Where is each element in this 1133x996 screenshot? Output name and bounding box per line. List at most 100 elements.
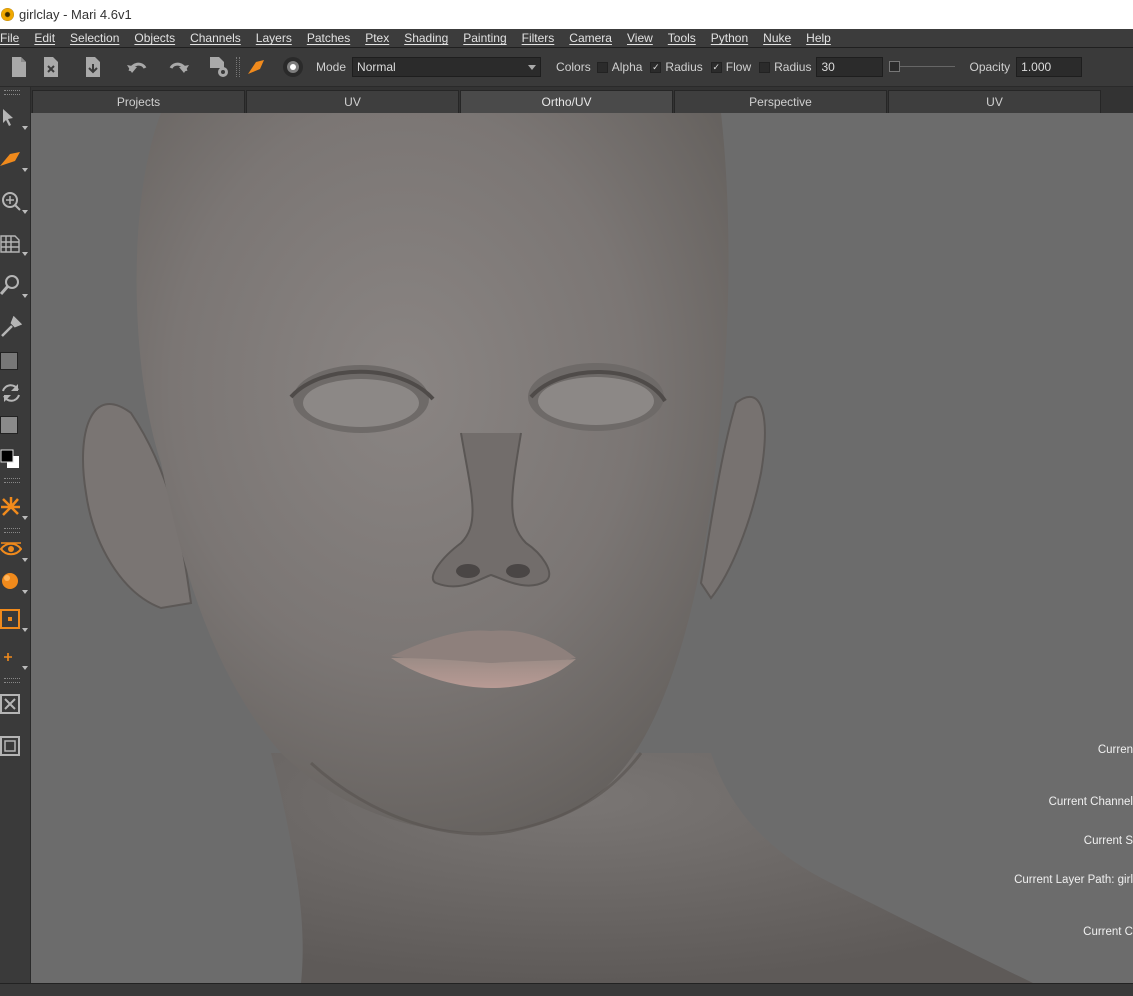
save-file-icon[interactable]	[78, 52, 108, 82]
radius2-checkbox[interactable]	[759, 61, 771, 73]
menu-objects[interactable]: Objects	[134, 31, 175, 45]
mode-select-value: Normal	[357, 60, 396, 74]
3d-viewport[interactable]: Curren Current Channel Current S Current…	[31, 113, 1133, 983]
tab-perspective[interactable]: Perspective	[674, 90, 887, 113]
grid-icon	[0, 235, 20, 253]
transform-tool[interactable]	[0, 641, 31, 673]
menu-file[interactable]: File	[0, 31, 19, 45]
swap-colors[interactable]	[0, 377, 31, 409]
view-tabs: Projects UV Ortho/UV Perspective UV	[31, 87, 1133, 113]
menu-tools[interactable]: Tools	[668, 31, 696, 45]
brush-tip-icon[interactable]	[280, 52, 306, 82]
frame-all-icon	[0, 736, 20, 756]
mode-select[interactable]: Normal	[352, 57, 542, 77]
new-file-icon[interactable]	[4, 52, 34, 82]
tab-uv[interactable]: UV	[246, 90, 459, 113]
undo-icon[interactable]	[122, 52, 152, 82]
menu-layers[interactable]: Layers	[256, 31, 292, 45]
menu-python[interactable]: Python	[711, 31, 748, 45]
colors-label: Colors	[556, 60, 591, 74]
magnify-tool[interactable]	[0, 269, 31, 301]
slider-track	[899, 66, 956, 67]
select-tool[interactable]	[0, 101, 31, 133]
tab-ortho-uv[interactable]: Ortho/UV	[460, 90, 673, 113]
radius-slider[interactable]	[889, 57, 956, 77]
mari-logo-icon	[1, 8, 14, 21]
grid-paint-tool[interactable]	[0, 227, 31, 259]
toolbar-grip[interactable]	[236, 57, 240, 77]
clone-stamp-icon	[2, 192, 21, 211]
pointer-icon	[3, 109, 13, 126]
menu-filters[interactable]: Filters	[522, 31, 555, 45]
menu-selection[interactable]: Selection	[70, 31, 119, 45]
background-color-swatch[interactable]	[0, 409, 31, 441]
bottom-status-bar	[0, 983, 1133, 996]
visibility-tool[interactable]	[0, 533, 31, 565]
menu-channels[interactable]: Channels	[190, 31, 241, 45]
radius-input[interactable]: 30	[816, 57, 884, 77]
shader-sphere-tool[interactable]	[0, 565, 31, 597]
flow-checkbox[interactable]: ✓	[710, 61, 722, 73]
menu-shading[interactable]: Shading	[404, 31, 448, 45]
radius2-checkbox-group[interactable]: Radius	[759, 60, 811, 74]
tab-uv-2[interactable]: UV	[888, 90, 1101, 113]
paint-tool[interactable]	[0, 143, 31, 175]
clone-tool[interactable]	[0, 185, 31, 217]
opacity-label: Opacity	[969, 60, 1011, 74]
brush-editor-tool[interactable]	[0, 491, 31, 523]
hud-line: Current C	[1083, 926, 1133, 938]
menu-edit[interactable]: Edit	[34, 31, 55, 45]
hud-line: Current Channel	[1048, 796, 1133, 808]
flow-label: Flow	[725, 60, 752, 74]
menu-painting[interactable]: Painting	[463, 31, 506, 45]
refresh-icon	[2, 384, 20, 402]
title-bar: girlclay - Mari 4.6v1	[0, 0, 1133, 29]
radius2-label: Radius	[774, 60, 812, 74]
opacity-input[interactable]: 1.000	[1016, 57, 1083, 77]
magnifier-icon	[0, 275, 19, 295]
project-settings-icon[interactable]	[204, 52, 234, 82]
menu-patches[interactable]: Patches	[307, 31, 350, 45]
hud-line: Current S	[1083, 835, 1133, 847]
alpha-checkbox[interactable]	[596, 61, 608, 73]
selection-box-tool[interactable]	[0, 603, 31, 635]
menu-camera[interactable]: Camera	[569, 31, 612, 45]
flow-checkbox-group[interactable]: ✓ Flow	[710, 60, 752, 74]
close-file-icon[interactable]	[36, 52, 66, 82]
fit-selection-tool[interactable]	[0, 689, 31, 721]
dock-grip[interactable]	[4, 90, 20, 95]
menu-nuke[interactable]: Nuke	[763, 31, 791, 45]
radius-checkbox-group[interactable]: ✓ Radius	[650, 60, 703, 74]
menu-view[interactable]: View	[627, 31, 653, 45]
menu-bar: File Edit Selection Objects Channels Lay…	[0, 29, 1133, 48]
paint-brush-icon[interactable]	[244, 52, 268, 82]
dock-grip[interactable]	[4, 678, 20, 683]
head-model-render	[82, 113, 1033, 983]
fit-all-tool[interactable]	[0, 731, 31, 763]
eyedropper-tool[interactable]	[0, 311, 31, 343]
radius-label: Radius	[665, 60, 703, 74]
tab-projects[interactable]: Projects	[32, 90, 245, 113]
eye-icon	[0, 542, 22, 556]
hud-line: Curren	[1097, 744, 1133, 756]
sphere-icon	[2, 573, 18, 589]
left-tool-dock	[0, 87, 31, 996]
window-title: girlclay - Mari 4.6v1	[19, 7, 132, 22]
default-colors[interactable]	[0, 443, 31, 475]
menu-help[interactable]: Help	[806, 31, 831, 45]
menu-ptex[interactable]: Ptex	[365, 31, 389, 45]
swatch-bg	[0, 416, 18, 434]
radius-checkbox[interactable]: ✓	[650, 61, 662, 73]
paint-brush-icon	[0, 152, 20, 166]
eyedropper-icon	[1, 316, 22, 337]
selection-box-icon	[0, 609, 20, 629]
plus-icon	[4, 653, 12, 661]
slider-knob[interactable]	[889, 61, 901, 72]
main-toolbar: Mode Normal Colors Alpha ✓ Radius ✓ Flow…	[0, 48, 1133, 87]
mode-label: Mode	[316, 60, 347, 74]
foreground-color-swatch[interactable]	[0, 345, 31, 377]
dock-grip[interactable]	[4, 478, 20, 483]
brush-burst-icon	[1, 497, 20, 516]
redo-icon[interactable]	[164, 52, 194, 82]
alpha-checkbox-group[interactable]: Alpha	[596, 60, 642, 74]
